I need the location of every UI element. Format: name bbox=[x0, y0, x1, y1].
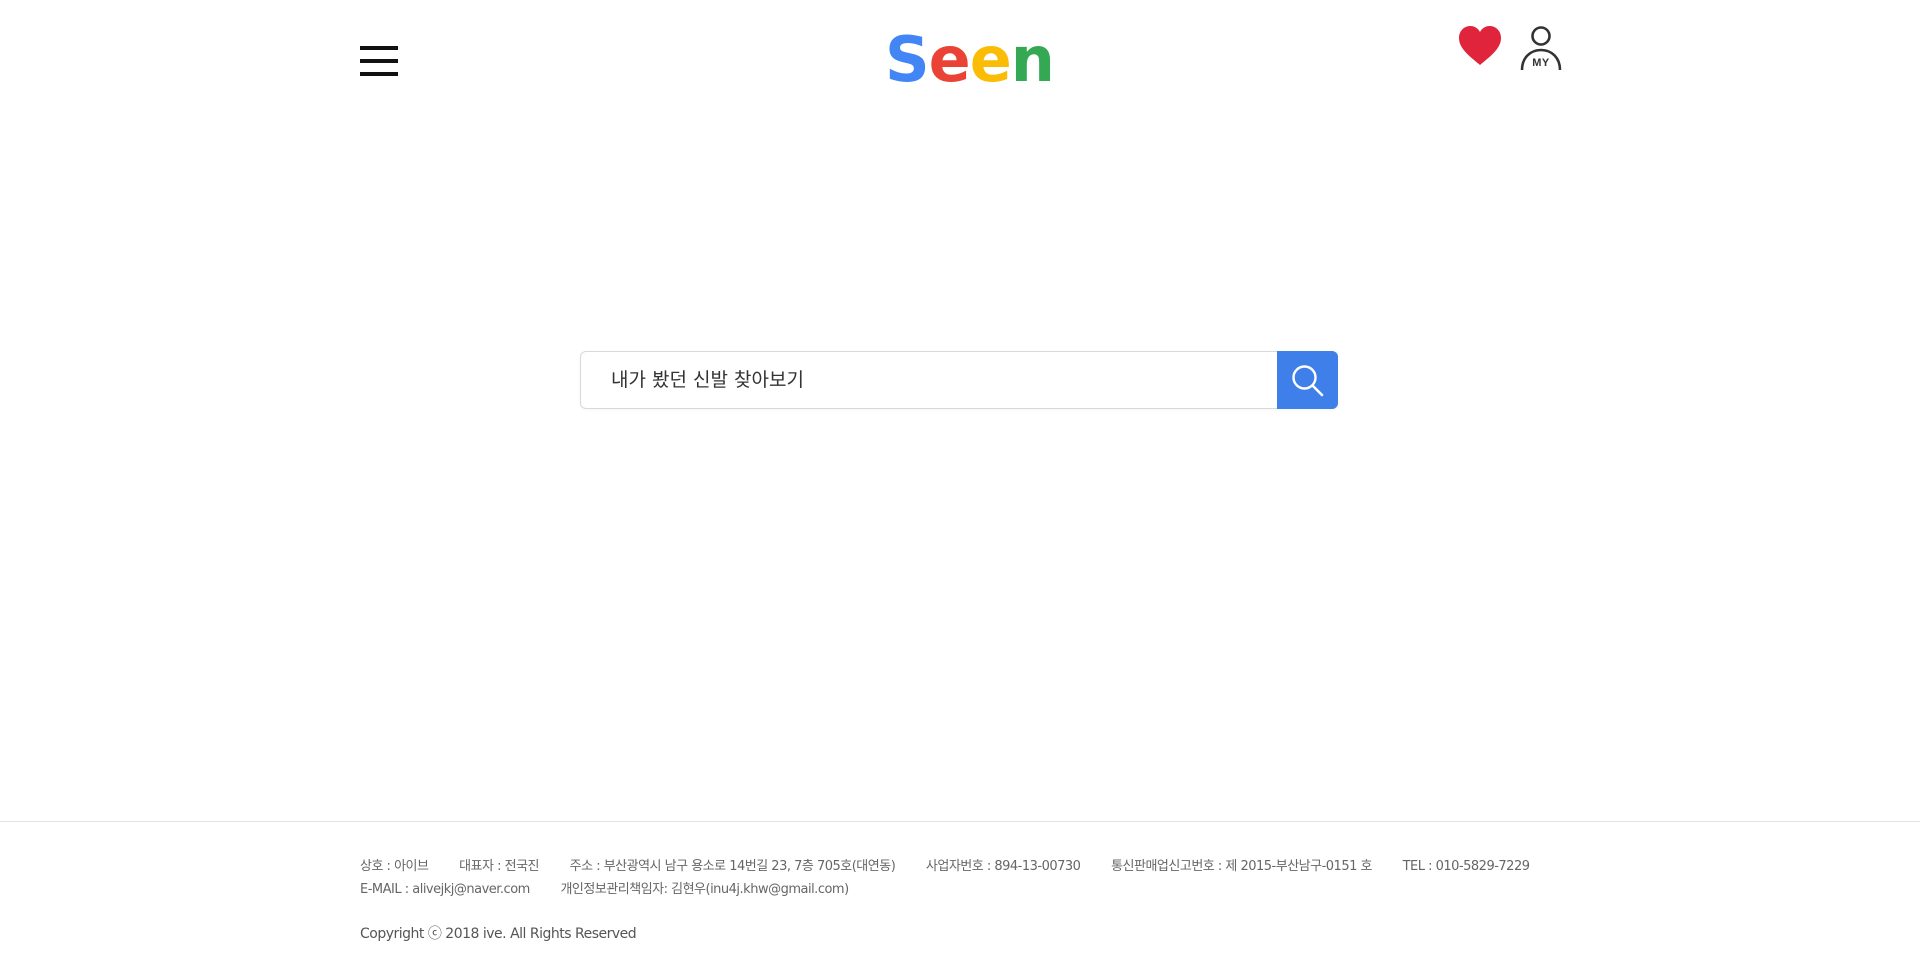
footer-company-info: 상호 : 아이브 대표자 : 전국진 주소 : 부산광역시 남구 용소로 14번… bbox=[360, 855, 1557, 874]
logo[interactable]: Seen bbox=[885, 20, 1055, 100]
footer-copyright: Copyright ⓒ 2018 ive. All Rights Reserve… bbox=[360, 926, 637, 942]
search-bar bbox=[580, 351, 1338, 409]
logo-letter-n: n bbox=[1010, 23, 1055, 96]
footer-business-number: 사업자번호 : 894-13-00730 bbox=[925, 859, 1081, 874]
heart-icon[interactable] bbox=[1458, 26, 1502, 66]
logo-letter-s: S bbox=[885, 23, 930, 96]
search-button[interactable] bbox=[1277, 351, 1338, 409]
footer-address: 주소 : 부산광역시 남구 용소로 14번길 23, 7층 705호(대연동) bbox=[569, 859, 896, 874]
search-input[interactable] bbox=[611, 352, 1271, 408]
footer-company-name: 상호 : 아이브 bbox=[360, 859, 429, 874]
footer-mail-order-number: 통신판매업신고번호 : 제 2015-부산남구-0151 호 bbox=[1111, 859, 1372, 874]
footer-tel: TEL : 010-5829-7229 bbox=[1402, 859, 1530, 874]
logo-letter-e1: e bbox=[928, 23, 971, 96]
footer-contact-info: E-MAIL : alivejkj@naver.com 개인정보관리책임자: 김… bbox=[360, 878, 876, 897]
footer-email: E-MAIL : alivejkj@naver.com bbox=[360, 882, 530, 897]
my-label: MY bbox=[1532, 57, 1550, 69]
logo-letter-e2: e bbox=[969, 23, 1012, 96]
search-icon bbox=[1292, 365, 1324, 397]
page: Seen MY 상호 : 아이브 대표자 : 전국진 주소 : 부산광역시 남구… bbox=[0, 0, 1920, 967]
footer-ceo: 대표자 : 전국진 bbox=[459, 859, 539, 874]
my-page-button[interactable]: MY bbox=[1519, 26, 1563, 72]
footer-privacy-officer: 개인정보관리책임자: 김현우(inu4j.khw@gmail.com) bbox=[560, 882, 849, 897]
hamburger-menu-icon[interactable] bbox=[360, 46, 398, 76]
footer: 상호 : 아이브 대표자 : 전국진 주소 : 부산광역시 남구 용소로 14번… bbox=[0, 821, 1920, 967]
